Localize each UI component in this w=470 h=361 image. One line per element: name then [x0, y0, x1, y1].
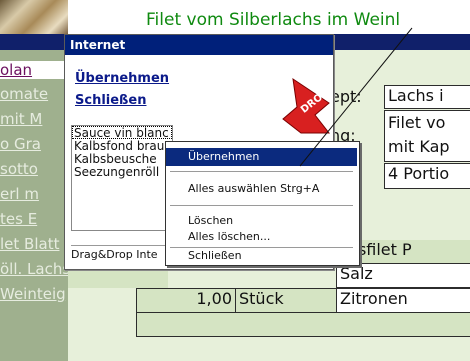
menu-separator: [170, 171, 353, 172]
menu-item-select-all[interactable]: Alles auswählen Strg+A: [166, 180, 357, 198]
sidebar: olan omate mit M o Gra sotto erl m tes E…: [0, 50, 68, 361]
value-ng-line-1: Filet vo: [388, 113, 446, 132]
menu-item-delete-all[interactable]: Alles löschen...: [166, 228, 357, 246]
row-item-text: Zitronen: [340, 289, 408, 308]
row-next: [136, 312, 470, 337]
ingredient-listbox[interactable]: Sauce vin blanc Kalbsfond brau Kalbsbeus…: [71, 125, 173, 231]
value-portions-text: 4 Portio: [388, 164, 450, 183]
sidebar-item-6[interactable]: tes E: [0, 210, 68, 228]
sidebar-item-5[interactable]: erl m: [0, 185, 68, 203]
row-unit-text: Stück: [239, 289, 284, 308]
sidebar-item-3[interactable]: o Gra: [0, 135, 68, 153]
row-qty[interactable]: 1,00: [136, 288, 236, 313]
apply-link[interactable]: Übernehmen: [75, 71, 169, 86]
sidebar-item-0[interactable]: olan: [0, 61, 68, 79]
value-ng[interactable]: Filet vo mit Kap: [384, 110, 470, 162]
list-item[interactable]: Kalbsfond brau: [74, 139, 164, 153]
sidebar-item-4[interactable]: sotto: [0, 160, 68, 178]
label-dept: ept:: [330, 87, 362, 106]
list-item[interactable]: Seezungenröll: [74, 165, 159, 179]
close-link[interactable]: Schließen: [75, 93, 146, 108]
list-item[interactable]: Sauce vin blanc: [74, 126, 169, 140]
row-unit[interactable]: Stück: [235, 288, 337, 313]
value-dept[interactable]: Lachs i: [384, 85, 470, 109]
menu-item-apply[interactable]: Übernehmen: [166, 148, 357, 166]
value-portions[interactable]: 4 Portio: [384, 163, 470, 189]
sidebar-item-8[interactable]: öll. Lachs: [0, 260, 68, 278]
page-title: Filet vom Silberlachs im Weinl: [146, 10, 401, 30]
recipe-photo: [0, 0, 68, 34]
value-ng-line-2: mit Kap: [388, 137, 450, 156]
sidebar-item-1[interactable]: omate: [0, 85, 68, 103]
drop-arrow-icon[interactable]: DROP: [279, 75, 331, 135]
menu-separator: [170, 205, 353, 206]
internet-panel-header: Internet: [65, 35, 333, 55]
row-item[interactable]: Zitronen: [336, 288, 470, 313]
sidebar-item-2[interactable]: mit M: [0, 110, 68, 128]
row-salt-text: Salz: [340, 264, 373, 283]
sidebar-item-7[interactable]: let Blatt: [0, 235, 68, 253]
row-salt[interactable]: Salz: [336, 263, 470, 288]
context-menu: Übernehmen Alles auswählen Strg+A Lösche…: [165, 141, 360, 266]
sidebar-item-9[interactable]: Weinteig: [0, 285, 68, 303]
row-qty-text: 1,00: [196, 289, 232, 308]
value-dept-text: Lachs i: [388, 86, 444, 105]
list-item[interactable]: Kalbsbeusche: [74, 152, 157, 166]
menu-item-close[interactable]: Schließen: [166, 247, 357, 265]
